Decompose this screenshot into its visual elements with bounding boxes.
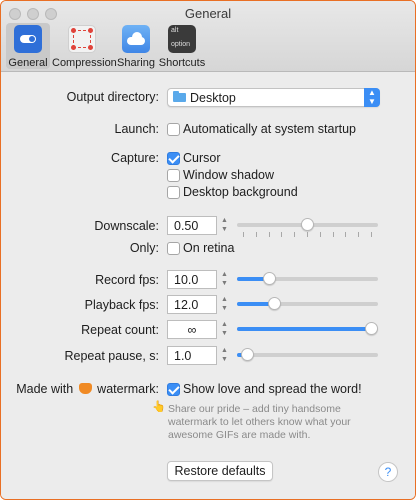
output-directory-select[interactable]: Desktop ▲ ▼ [167,88,380,107]
cursor-label: Cursor [183,151,221,165]
tab-shortcuts-label: Shortcuts [158,57,206,69]
general-pane: Output directory: Desktop ▲ ▼ Launch: Aut… [1,72,415,499]
chevron-updown-icon: ▲ ▼ [364,88,380,107]
only-label: Only: [129,241,159,255]
on-retina-label: On retina [183,241,235,255]
window-title: General [184,6,232,21]
tab-shortcuts[interactable]: alt option Shortcuts [158,23,206,69]
downscale-ticks [237,232,378,238]
watermark-checkbox[interactable] [167,383,180,396]
playback-fps-field[interactable]: 12.0 [167,295,217,314]
repeat-count-stepper[interactable]: ▲ ▼ [220,320,229,339]
cloud-icon [122,25,150,53]
key-top-label: alt [171,27,179,34]
playback-fps-slider[interactable] [237,297,378,310]
downscale-stepper[interactable]: ▲ ▼ [220,216,229,235]
repeat-pause-stepper[interactable]: ▲ ▼ [220,346,229,365]
slider-tick [243,232,244,237]
playback-fps-slider-knob[interactable] [268,297,281,310]
record-fps-slider-knob[interactable] [263,272,276,285]
on-retina-checkbox[interactable] [167,242,180,255]
key-bottom-label: option [171,41,191,48]
repeat-pause-field[interactable]: 1.0 [167,346,217,365]
tab-sharing[interactable]: Sharing [116,23,156,69]
launch-label: Launch: [114,122,159,136]
desktop-background-checkbox[interactable] [167,186,180,199]
slider-tick [358,232,359,237]
capture-label: Capture: [111,151,159,165]
slider-tick [281,232,282,237]
help-button[interactable]: ? [378,462,398,482]
output-directory-value: Desktop [190,91,236,105]
tab-sharing-label: Sharing [117,57,155,69]
cursor-checkbox[interactable] [167,152,180,165]
launch-option-label: Automatically at system startup [183,122,356,136]
folder-icon [173,91,186,102]
restore-defaults-button[interactable]: Restore defaults [167,461,273,481]
slider-tick [256,232,257,237]
repeat-pause-slider[interactable] [237,348,378,361]
record-fps-field[interactable]: 10.0 [167,270,217,289]
toggle-icon [14,25,42,53]
repeat-count-label: Repeat count: [81,323,159,337]
downscale-slider[interactable] [237,218,378,231]
slider-tick [320,232,321,237]
repeat-count-field[interactable]: ∞ [167,320,217,339]
watermark-label-suffix: watermark: [97,382,159,396]
repeat-count-slider[interactable] [237,322,378,335]
compression-icon [68,25,96,53]
pointing-hand-icon: 👆 [152,401,166,413]
tab-general-label: General [8,57,48,69]
downscale-label: Downscale: [94,219,159,233]
launch-checkbox[interactable] [167,123,180,136]
repeat-pause-label: Repeat pause, s: [64,349,159,363]
slider-tick [269,232,270,237]
output-directory-label: Output directory: [66,90,159,104]
window-shadow-checkbox[interactable] [167,169,180,182]
downscale-field[interactable]: 0.50 [167,216,217,235]
playback-fps-label: Playback fps: [84,298,159,312]
slider-tick [307,232,308,237]
repeat-count-slider-fill [237,327,371,331]
record-fps-label: Record fps: [95,273,159,287]
keyboard-icon: alt option [168,25,196,53]
watermark-label: Made with watermark: [16,382,159,396]
watermark-label-prefix: Made with [16,382,74,396]
tab-compression-label: Compression [52,57,117,69]
tab-compression[interactable]: Compression [52,23,117,69]
fox-icon [78,383,92,394]
slider-tick [371,232,372,237]
slider-tick [333,232,334,237]
preferences-window: General General Compression Sharing alt … [0,0,416,500]
playback-fps-stepper[interactable]: ▲ ▼ [220,295,229,314]
desktop-background-label: Desktop background [183,185,298,199]
repeat-count-slider-knob[interactable] [365,322,378,335]
slider-tick [294,232,295,237]
record-fps-stepper[interactable]: ▲ ▼ [220,270,229,289]
window-shadow-label: Window shadow [183,168,275,182]
title-bar: General General Compression Sharing alt … [1,1,415,72]
downscale-slider-knob[interactable] [301,218,314,231]
watermark-option-label: Show love and spread the word! [183,382,362,396]
record-fps-slider[interactable] [237,272,378,285]
watermark-note: Share our pride – add tiny handsome wate… [168,403,351,441]
slider-tick [345,232,346,237]
repeat-pause-slider-knob[interactable] [241,348,254,361]
tab-general[interactable]: General [6,23,50,69]
